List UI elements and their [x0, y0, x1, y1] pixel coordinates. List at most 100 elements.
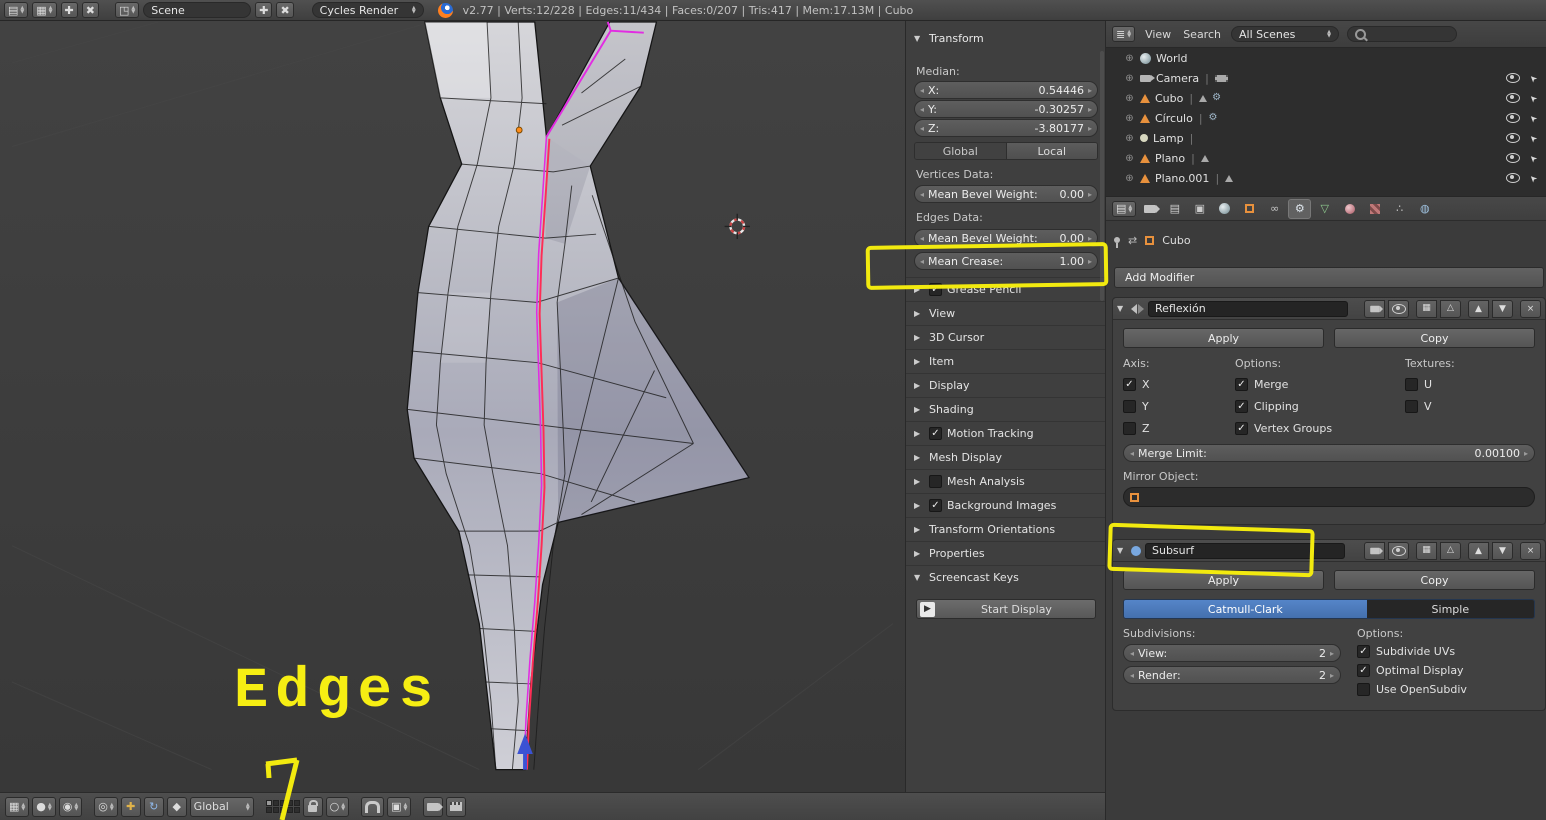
mirror-object-field[interactable]: [1123, 487, 1535, 507]
manipulator-translate-button[interactable]: ✚: [120, 796, 141, 817]
panel-header-background-images[interactable]: ▶ ✓ Background Images: [906, 493, 1106, 517]
increment-arrow-icon[interactable]: ▸: [1088, 234, 1092, 243]
median-z-field[interactable]: ◂ Z: -3.80177 ▸: [914, 119, 1098, 137]
visibility-eye-icon[interactable]: [1506, 133, 1521, 143]
opengl-render-anim-button[interactable]: [446, 796, 467, 817]
expand-icon[interactable]: ⊕: [1124, 73, 1135, 84]
axis-x-checkbox[interactable]: ✓: [1123, 378, 1136, 391]
scene-name-field[interactable]: Scene: [143, 2, 252, 18]
decrement-arrow-icon[interactable]: ◂: [920, 257, 924, 266]
expand-icon[interactable]: ⊕: [1124, 133, 1135, 144]
view-menu[interactable]: View: [1143, 28, 1173, 41]
toggle-render-button[interactable]: [1364, 299, 1385, 318]
display-mode-dropdown[interactable]: All Scenes ▲ ▼: [1230, 26, 1339, 42]
manipulator-scale-button[interactable]: ◆: [166, 796, 187, 817]
panel-header-item[interactable]: ▶ Item: [906, 349, 1106, 373]
tab-render-layers[interactable]: ▤: [1163, 199, 1186, 219]
increment-arrow-icon[interactable]: ▸: [1330, 649, 1334, 658]
outliner-row-camera[interactable]: ⊕ Camera | ➤: [1106, 68, 1546, 88]
render-engine-dropdown[interactable]: Cycles Render ▲ ▼: [311, 2, 424, 18]
move-modifier-up-button[interactable]: ▲: [1468, 541, 1489, 560]
editor-type-button[interactable]: ▦ ▲ ▼: [5, 796, 30, 817]
toggle-viewport-visibility-button[interactable]: [1388, 299, 1409, 318]
selectable-cursor-icon[interactable]: ➤: [1528, 132, 1540, 144]
visibility-eye-icon[interactable]: [1506, 73, 1521, 83]
increment-arrow-icon[interactable]: ▸: [1088, 124, 1092, 133]
delete-modifier-button[interactable]: ×: [1520, 299, 1541, 318]
expand-icon[interactable]: ⊕: [1124, 53, 1135, 64]
merge-checkbox[interactable]: ✓: [1235, 378, 1248, 391]
apply-button[interactable]: Apply: [1123, 328, 1324, 348]
panel-header-motion-tracking[interactable]: ▶ ✓ Motion Tracking: [906, 421, 1106, 445]
texture-u-checkbox[interactable]: ✓: [1405, 378, 1418, 391]
optimal-display-checkbox[interactable]: ✓: [1357, 664, 1370, 677]
collapse-triangle-icon[interactable]: ▼: [1117, 546, 1127, 555]
move-modifier-up-button[interactable]: ▲: [1468, 299, 1489, 318]
tab-object-data[interactable]: ▽: [1313, 199, 1336, 219]
decrement-arrow-icon[interactable]: ◂: [920, 234, 924, 243]
tab-scene[interactable]: ▣: [1188, 199, 1211, 219]
increment-arrow-icon[interactable]: ▸: [1088, 86, 1092, 95]
decrement-arrow-icon[interactable]: ◂: [920, 105, 924, 114]
tab-particles[interactable]: ∴: [1388, 199, 1411, 219]
manipulator-rotate-button[interactable]: ↻: [143, 796, 164, 817]
tab-modifiers[interactable]: ⚙: [1288, 198, 1312, 219]
panel-header-3d-cursor[interactable]: ▶ 3D Cursor: [906, 325, 1106, 349]
view-subdivisions-field[interactable]: ◂ View: 2 ▸: [1123, 644, 1341, 662]
motion-tracking-checkbox[interactable]: ✓: [929, 427, 942, 440]
viewport-shading-dropdown[interactable]: ◉ ▲ ▼: [58, 796, 83, 817]
decrement-arrow-icon[interactable]: ◂: [920, 86, 924, 95]
local-button[interactable]: Local: [1005, 143, 1097, 159]
axis-z-checkbox[interactable]: ✓: [1123, 422, 1136, 435]
apply-button[interactable]: Apply: [1123, 570, 1324, 590]
toggle-cage-button[interactable]: △: [1440, 541, 1461, 560]
interaction-mode-dropdown[interactable]: ● ▲ ▼: [32, 796, 56, 817]
decrement-arrow-icon[interactable]: ◂: [920, 190, 924, 199]
selectable-cursor-icon[interactable]: ➤: [1528, 152, 1540, 164]
tab-physics[interactable]: ◍: [1413, 199, 1436, 219]
clipping-checkbox[interactable]: ✓: [1235, 400, 1248, 413]
expand-icon[interactable]: ⊕: [1124, 113, 1135, 124]
panel-header-view[interactable]: ▶ View: [906, 301, 1106, 325]
panel-header-shading[interactable]: ▶ Shading: [906, 397, 1106, 421]
catmull-clark-button[interactable]: Catmull-Clark: [1124, 600, 1367, 618]
increment-arrow-icon[interactable]: ▸: [1088, 190, 1092, 199]
screen-layout-delete-button[interactable]: ✖: [81, 2, 99, 18]
global-button[interactable]: Global: [915, 143, 1006, 159]
transform-panel-header[interactable]: ▼ Transform: [906, 27, 1106, 49]
modifier-name-field[interactable]: Reflexión: [1148, 300, 1348, 317]
outliner-row-circulo[interactable]: ⊕ Círculo | ⚙ ➤: [1106, 108, 1546, 128]
search-menu[interactable]: Search: [1181, 28, 1223, 41]
pivot-point-dropdown[interactable]: ◎ ▲ ▼: [94, 796, 118, 817]
viewport-3d[interactable]: [0, 21, 905, 792]
editor-type-button[interactable]: ≣ ▲ ▼: [1112, 26, 1136, 42]
tab-world[interactable]: [1213, 199, 1236, 219]
use-opensubdiv-checkbox[interactable]: ✓: [1357, 683, 1370, 696]
snap-toggle-button[interactable]: [361, 796, 385, 817]
outliner-row-plano[interactable]: ⊕ Plano | ➤: [1106, 148, 1546, 168]
increment-arrow-icon[interactable]: ▸: [1088, 257, 1092, 266]
grease-pencil-checkbox[interactable]: ✓: [929, 283, 942, 296]
merge-limit-field[interactable]: ◂ Merge Limit: 0.00100 ▸: [1123, 444, 1535, 462]
increment-arrow-icon[interactable]: ▸: [1088, 105, 1092, 114]
lock-to-scene-button[interactable]: [302, 796, 323, 817]
decrement-arrow-icon[interactable]: ◂: [1130, 449, 1134, 458]
toggle-edit-mode-button[interactable]: ▦: [1416, 299, 1437, 318]
decrement-arrow-icon[interactable]: ◂: [1130, 649, 1134, 658]
panel-header-screencast-keys[interactable]: ▼ Screencast Keys: [906, 565, 1106, 589]
tab-texture[interactable]: [1363, 199, 1386, 219]
mesh-analysis-checkbox[interactable]: ✓: [929, 475, 942, 488]
selectable-cursor-icon[interactable]: ➤: [1528, 72, 1540, 84]
tab-render[interactable]: [1138, 199, 1161, 219]
selectable-cursor-icon[interactable]: ➤: [1528, 112, 1540, 124]
add-modifier-dropdown[interactable]: Add Modifier: [1114, 267, 1544, 288]
proportional-editing-dropdown[interactable]: ○ ▲ ▼: [325, 796, 350, 817]
edge-bevel-weight-field[interactable]: ◂ Mean Bevel Weight: 0.00 ▸: [914, 229, 1098, 247]
decrement-arrow-icon[interactable]: ◂: [920, 124, 924, 133]
screen-layout-add-button[interactable]: ✚: [60, 2, 78, 18]
expand-icon[interactable]: ⊕: [1124, 173, 1135, 184]
snap-element-dropdown[interactable]: ▣ ▲ ▼: [387, 796, 412, 817]
visibility-eye-icon[interactable]: [1506, 113, 1521, 123]
collapse-triangle-icon[interactable]: ▼: [1117, 304, 1127, 313]
subdivide-uvs-checkbox[interactable]: ✓: [1357, 645, 1370, 658]
